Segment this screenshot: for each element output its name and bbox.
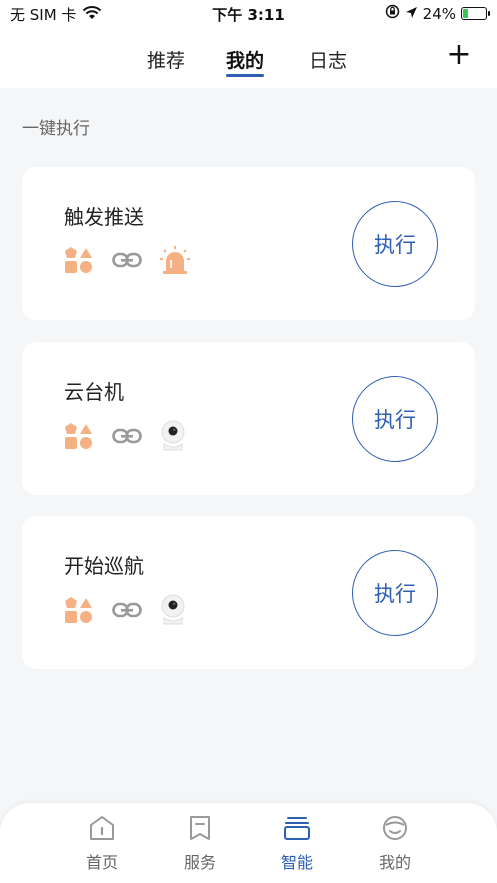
execute-button[interactable]: 执行 — [352, 201, 438, 287]
smiley-icon — [355, 813, 435, 843]
link-icon — [112, 252, 142, 272]
alarm-siren-icon — [160, 245, 190, 279]
nav-service-label: 服务 — [183, 853, 216, 872]
ptz-camera-icon — [160, 420, 186, 456]
scene-card[interactable]: 开始巡航 执行 — [22, 516, 475, 669]
scene-icons — [64, 245, 190, 279]
scene-card[interactable]: 触发推送 执行 — [22, 167, 475, 320]
nav-mine-label: 我的 — [378, 853, 411, 872]
scene-title: 云台机 — [64, 380, 124, 404]
link-icon — [112, 602, 142, 622]
active-tab-indicator — [226, 74, 265, 77]
nav-home[interactable]: 首页 — [62, 813, 142, 873]
tab-log-label: 日志 — [309, 50, 348, 72]
add-scene-button[interactable]: + — [443, 40, 475, 72]
home-icon — [62, 813, 142, 843]
bookmark-icon — [160, 813, 240, 843]
scene-shapes-icon — [64, 246, 94, 278]
tab-recommend[interactable]: 推荐 — [147, 46, 185, 73]
scene-card[interactable]: 云台机 执行 — [22, 342, 475, 495]
nav-home-label: 首页 — [85, 853, 118, 872]
scene-shapes-icon — [64, 422, 94, 454]
tab-log[interactable]: 日志 — [309, 46, 347, 73]
execute-button[interactable]: 执行 — [352, 376, 438, 462]
scene-title: 开始巡航 — [64, 554, 144, 578]
nav-mine[interactable]: 我的 — [355, 813, 435, 873]
status-bar: 无 SIM 卡 下午 3:11 24% — [0, 0, 497, 28]
smart-stack-icon — [257, 813, 337, 843]
scene-icons — [64, 594, 186, 630]
tab-mine[interactable]: 我的 — [226, 46, 265, 77]
tab-recommend-label: 推荐 — [147, 50, 186, 72]
scene-title: 触发推送 — [64, 205, 144, 229]
tab-mine-label: 我的 — [226, 50, 265, 72]
location-arrow-icon — [405, 5, 418, 23]
bottom-tab-bar: 首页 服务 智能 我的 — [0, 803, 497, 883]
link-icon — [112, 428, 142, 448]
execute-button[interactable]: 执行 — [352, 550, 438, 636]
battery-charging-icon — [461, 7, 490, 20]
scene-shapes-icon — [64, 596, 94, 628]
nav-service[interactable]: 服务 — [160, 813, 240, 873]
nav-smart-label: 智能 — [280, 853, 313, 872]
nav-smart[interactable]: 智能 — [257, 813, 337, 873]
battery-percent: 24% — [422, 4, 456, 23]
status-right: 24% — [385, 4, 490, 23]
section-title: 一键执行 — [22, 119, 90, 139]
top-tab-bar: 推荐 我的 日志 + — [0, 28, 497, 88]
ptz-camera-icon — [160, 594, 186, 630]
scene-icons — [64, 420, 186, 456]
orientation-lock-icon — [385, 4, 400, 23]
